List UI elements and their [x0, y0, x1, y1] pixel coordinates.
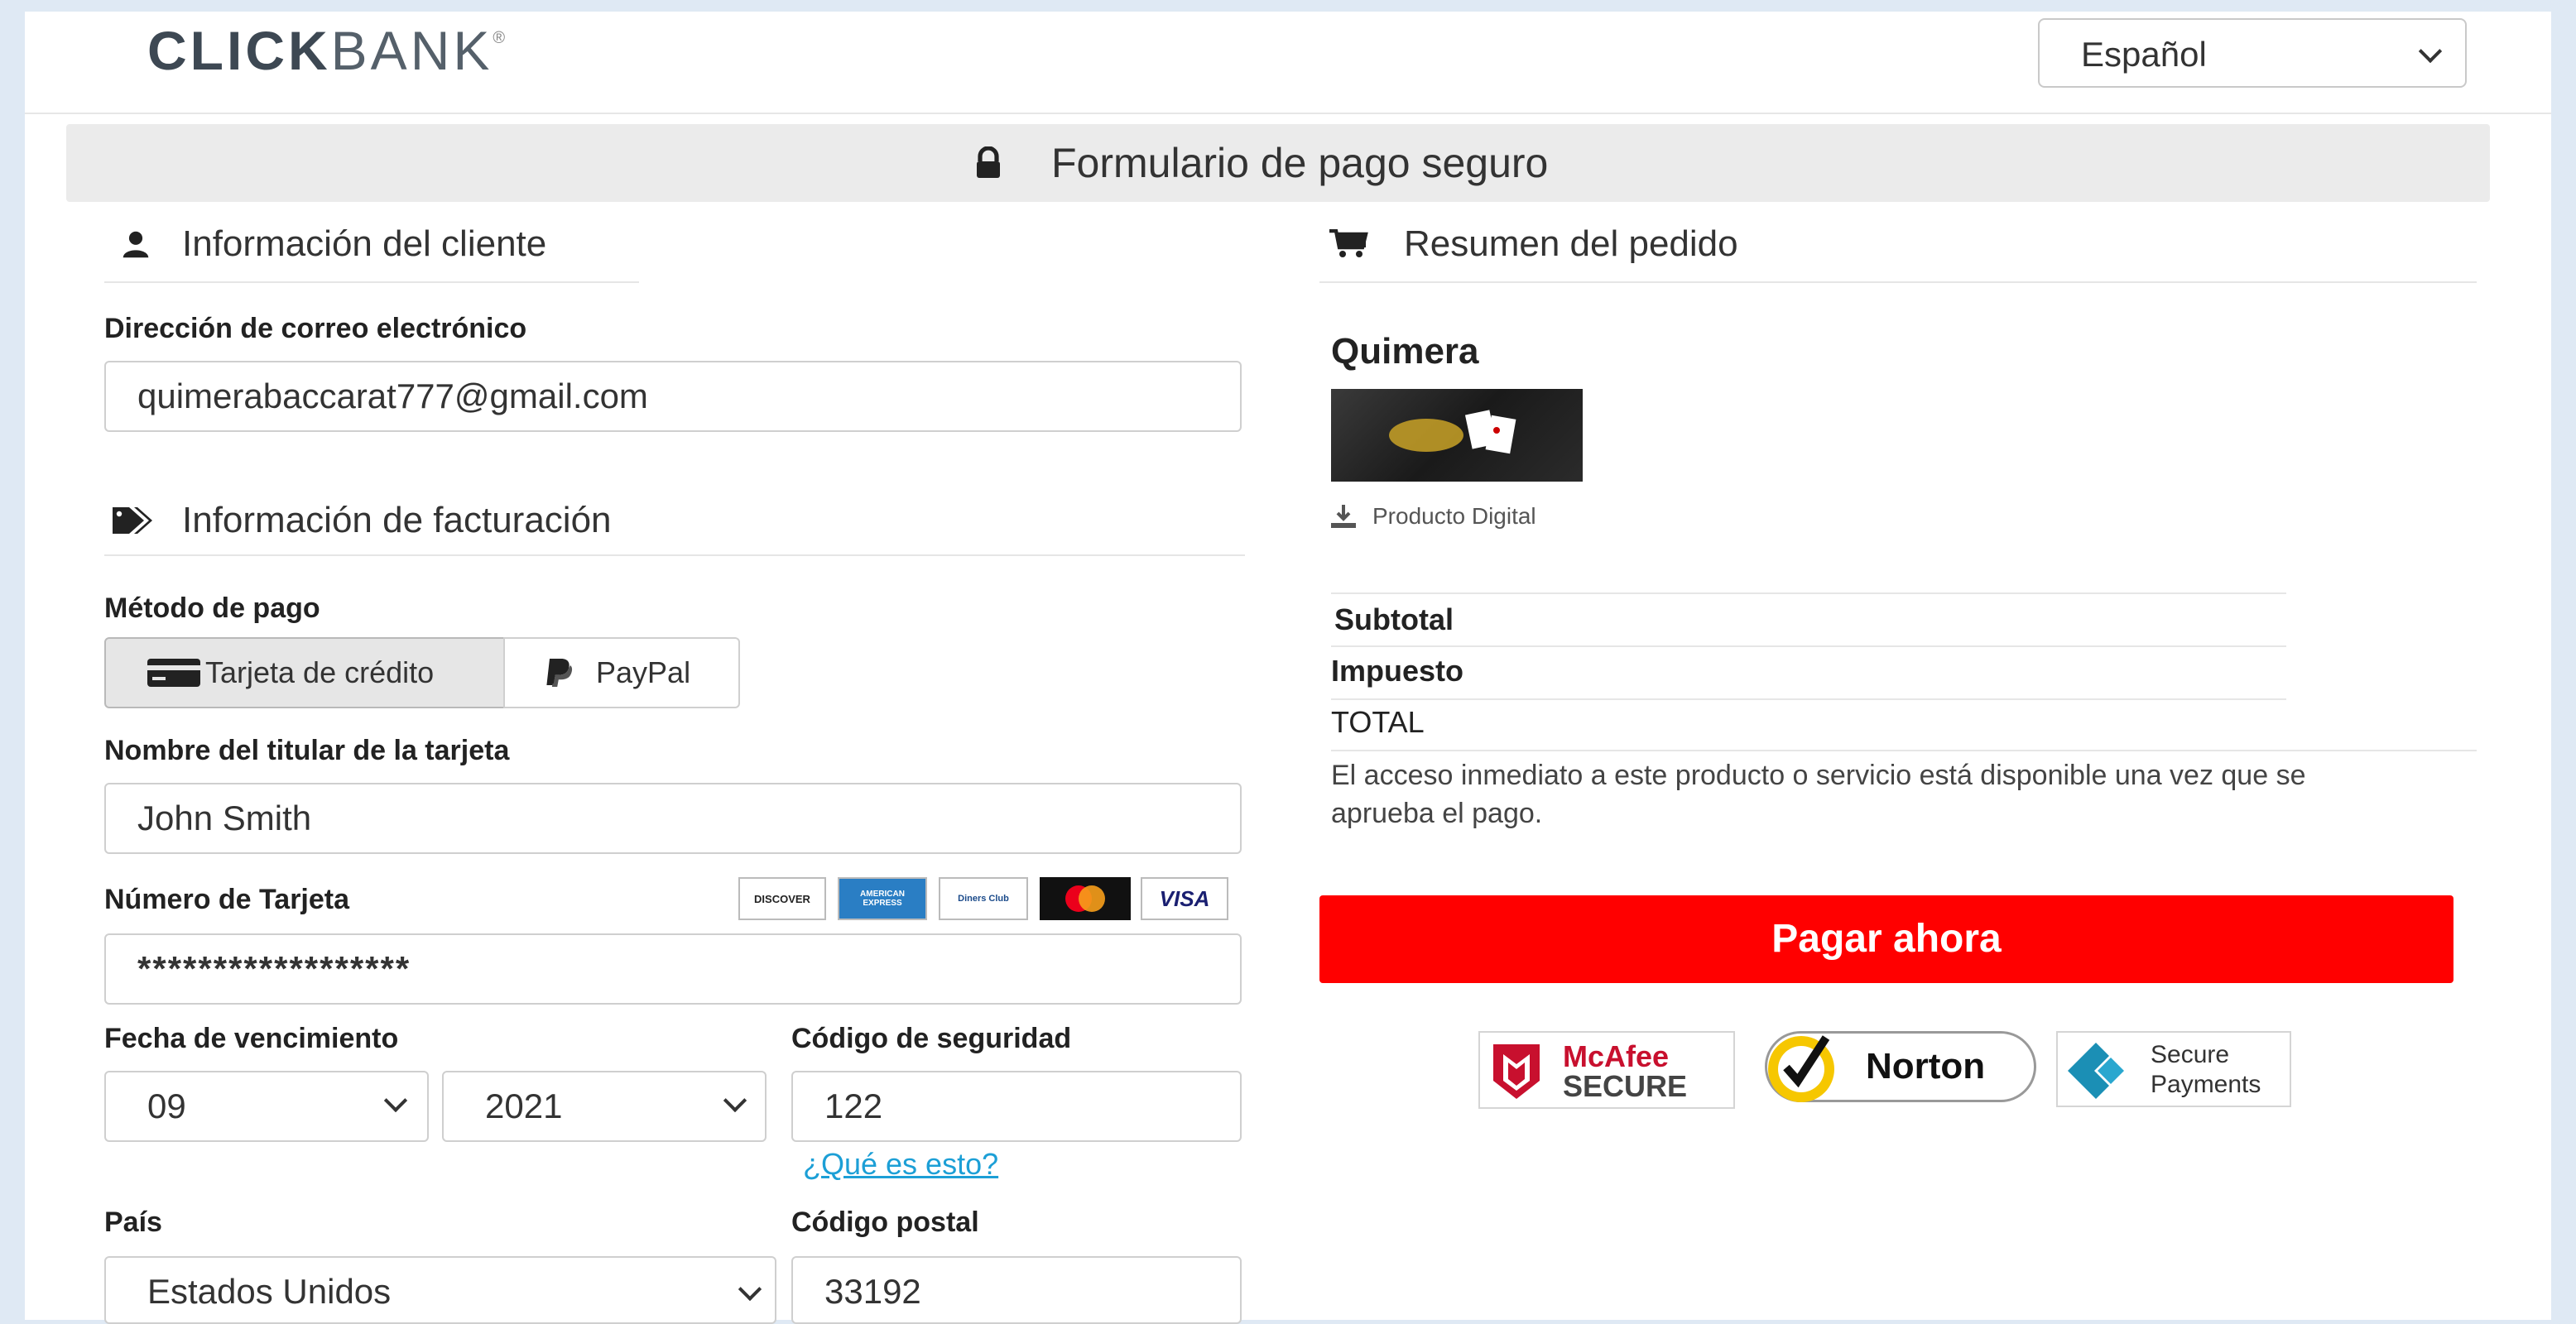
expiry-year-select[interactable]: 2021 — [442, 1071, 767, 1142]
download-icon — [1331, 505, 1356, 528]
visa-logo: VISA — [1141, 877, 1228, 920]
total-label: TOTAL — [1331, 705, 1425, 739]
card-number-field[interactable]: ****************** — [104, 933, 1242, 1005]
tax-label: Impuesto — [1331, 654, 1464, 688]
norton-check-icon — [1768, 1035, 1834, 1102]
logo-bold-text: CLICK — [147, 20, 331, 81]
chevron-down-icon — [383, 1088, 408, 1113]
shopping-cart-icon — [1329, 229, 1368, 257]
mastercard-logo — [1040, 877, 1131, 920]
billing-info-heading: Información de facturación — [111, 500, 612, 541]
secure-payments-text-bottom: Payments — [2151, 1071, 2261, 1098]
product-thumbnail — [1331, 389, 1583, 482]
diners-text: Diners Club — [958, 894, 1009, 904]
order-heading-divider — [1319, 281, 2477, 283]
secure-payments-icon — [2068, 1043, 2124, 1099]
subtotal-label: Subtotal — [1334, 602, 1454, 636]
card-number-label: Número de Tarjeta — [104, 884, 350, 915]
chevron-down-icon — [2418, 39, 2443, 64]
email-field[interactable]: quimerabaccarat777@gmail.com — [104, 361, 1242, 432]
billing-heading-divider — [104, 554, 1245, 556]
tab-paypal-label: PayPal — [596, 655, 691, 689]
discover-logo: DISCOVER — [738, 877, 826, 920]
secure-payments-badge: Secure Payments — [2056, 1031, 2291, 1107]
mcafee-secure-badge: McAfee SECURE — [1478, 1031, 1735, 1109]
chevron-down-icon — [738, 1277, 762, 1302]
customer-info-heading: Información del cliente — [121, 223, 546, 265]
clickbank-logo: CLICKBANK® — [147, 23, 508, 78]
summary-divider-4 — [1331, 750, 2477, 751]
cvv-label: Código de seguridad — [791, 1023, 1072, 1054]
tab-paypal[interactable]: PayPal — [503, 637, 740, 708]
banner-title: Formulario de pago seguro — [1051, 140, 1549, 186]
country-value: Estados Unidos — [147, 1272, 392, 1311]
expiry-label: Fecha de vencimiento — [104, 1023, 399, 1054]
order-summary-heading: Resumen del pedido — [1329, 223, 1738, 265]
chevron-down-icon — [723, 1088, 747, 1113]
amex-text: AMERICAN EXPRESS — [860, 890, 905, 908]
country-select[interactable]: Estados Unidos — [104, 1256, 776, 1324]
cardholder-field[interactable]: John Smith — [104, 783, 1242, 854]
logo-registered-mark: ® — [493, 29, 509, 47]
secure-payments-text-top: Secure — [2151, 1041, 2230, 1068]
user-icon — [123, 231, 149, 258]
product-type: Producto Digital — [1331, 503, 1536, 530]
cvv-help-link[interactable]: ¿Qué es esto? — [803, 1147, 998, 1182]
checkout-page: CLICKBANK® Español Formulario de pago se… — [25, 12, 2551, 1324]
email-label: Dirección de correo electrónico — [104, 313, 527, 344]
expiry-month-value: 09 — [147, 1087, 186, 1125]
cardholder-label: Nombre del titular de la tarjeta — [104, 735, 510, 766]
cvv-field[interactable]: 122 — [791, 1071, 1242, 1142]
lock-icon — [977, 146, 1000, 178]
summary-divider-3 — [1331, 698, 2286, 700]
visa-text: VISA — [1159, 885, 1210, 911]
diners-logo: Diners Club — [939, 877, 1028, 920]
zip-value: 33192 — [824, 1272, 921, 1311]
secure-form-banner: Formulario de pago seguro — [66, 124, 2490, 202]
summary-divider-2 — [1331, 645, 2286, 647]
zip-label: Código postal — [791, 1206, 979, 1238]
discover-text: DISCOVER — [754, 892, 810, 905]
customer-heading-divider — [104, 281, 639, 283]
expiry-year-value: 2021 — [485, 1087, 563, 1125]
language-select[interactable]: Español — [2038, 18, 2467, 88]
paypal-icon — [546, 659, 573, 687]
tab-credit-card[interactable]: Tarjeta de crédito — [104, 637, 505, 708]
language-value: Español — [2081, 35, 2207, 74]
mastercard-circles — [1065, 885, 1105, 912]
amex-logo: AMERICAN EXPRESS — [838, 877, 927, 920]
tab-credit-card-label: Tarjeta de crédito — [205, 655, 435, 689]
logo-light-text: BANK — [330, 20, 493, 81]
card-number-value: ****************** — [137, 949, 411, 988]
top-bar: CLICKBANK® Español — [25, 12, 2551, 114]
billing-info-title: Información de facturación — [182, 500, 612, 540]
norton-badge: Norton — [1765, 1029, 2046, 1106]
mcafee-shield-icon — [1493, 1044, 1540, 1099]
cvv-value: 122 — [824, 1087, 883, 1125]
payment-method-label: Método de pago — [104, 592, 320, 624]
mcafee-text-bottom: SECURE — [1563, 1069, 1688, 1103]
customer-info-title: Información del cliente — [182, 223, 547, 264]
country-label: País — [104, 1206, 162, 1238]
pay-now-button[interactable]: Pagar ahora — [1319, 895, 2453, 983]
access-note: El acceso inmediato a este producto o se… — [1331, 760, 2306, 829]
expiry-month-select[interactable]: 09 — [104, 1071, 429, 1142]
product-name: Quimera — [1331, 331, 1479, 372]
email-value: quimerabaccarat777@gmail.com — [137, 377, 648, 415]
norton-text: Norton — [1866, 1046, 1986, 1087]
zip-field[interactable]: 33192 — [791, 1256, 1242, 1324]
tags-icon — [113, 507, 152, 534]
product-type-label: Producto Digital — [1372, 503, 1536, 529]
order-summary-title: Resumen del pedido — [1404, 223, 1738, 264]
credit-card-icon — [147, 659, 200, 687]
cardholder-value: John Smith — [137, 799, 312, 837]
summary-divider-1 — [1331, 592, 2286, 594]
